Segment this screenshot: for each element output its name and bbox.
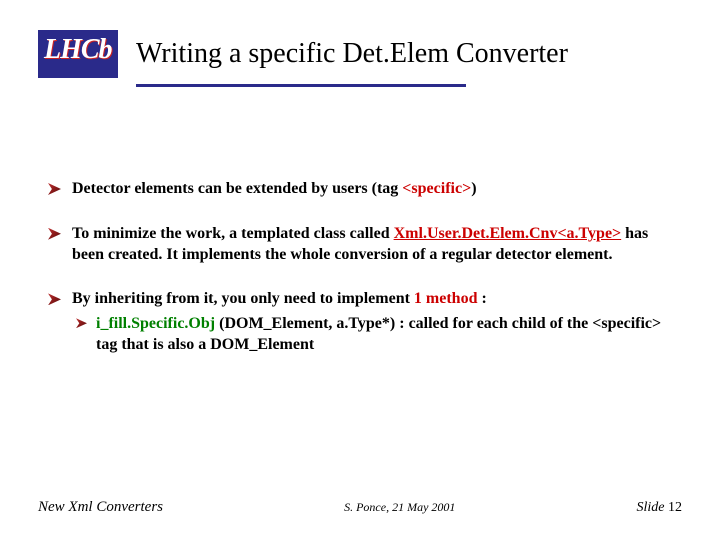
slide-footer: New Xml Converters S. Ponce, 21 May 2001… (38, 499, 682, 516)
method-signature: (DOM_Element, a.Type*) (215, 315, 395, 332)
title-underline (136, 84, 466, 87)
slide-title: Writing a specific Det.Elem Converter (136, 38, 568, 70)
sub-list: i_fill.Specific.Obj (DOM_Element, a.Type… (72, 314, 680, 356)
bullet-item: By inheriting from it, you only need to … (40, 289, 680, 355)
class-name: Xml.User.Det.Elem.Cnv<a.Type> (394, 225, 622, 242)
text: : (477, 290, 486, 307)
method-name: i_fill.Specific.Obj (96, 315, 215, 332)
bullet-list: Detector elements can be extended by use… (40, 179, 680, 356)
tag-specific: <specific> (402, 180, 471, 197)
text: To minimize the work, a templated class … (72, 225, 394, 242)
slide-header: Writing a specific Det.Elem Converter (38, 30, 682, 78)
bullet-item: Detector elements can be extended by use… (40, 179, 680, 200)
footer-left: New Xml Converters (38, 499, 163, 516)
text: By inheriting from it, you only need to … (72, 290, 414, 307)
bullet-item: To minimize the work, a templated class … (40, 224, 680, 266)
sub-item: i_fill.Specific.Obj (DOM_Element, a.Type… (72, 314, 680, 356)
method-count: 1 method (414, 290, 478, 307)
slide-label: Slide (637, 500, 669, 515)
logo-lhcb (38, 30, 118, 78)
slide: Writing a specific Det.Elem Converter De… (0, 0, 720, 540)
slide-body: Detector elements can be extended by use… (38, 179, 682, 356)
slide-number: 12 (668, 500, 682, 515)
text: Detector elements can be extended by use… (72, 180, 402, 197)
footer-center: S. Ponce, 21 May 2001 (163, 500, 637, 515)
footer-right: Slide 12 (637, 500, 683, 516)
text: ) (471, 180, 476, 197)
